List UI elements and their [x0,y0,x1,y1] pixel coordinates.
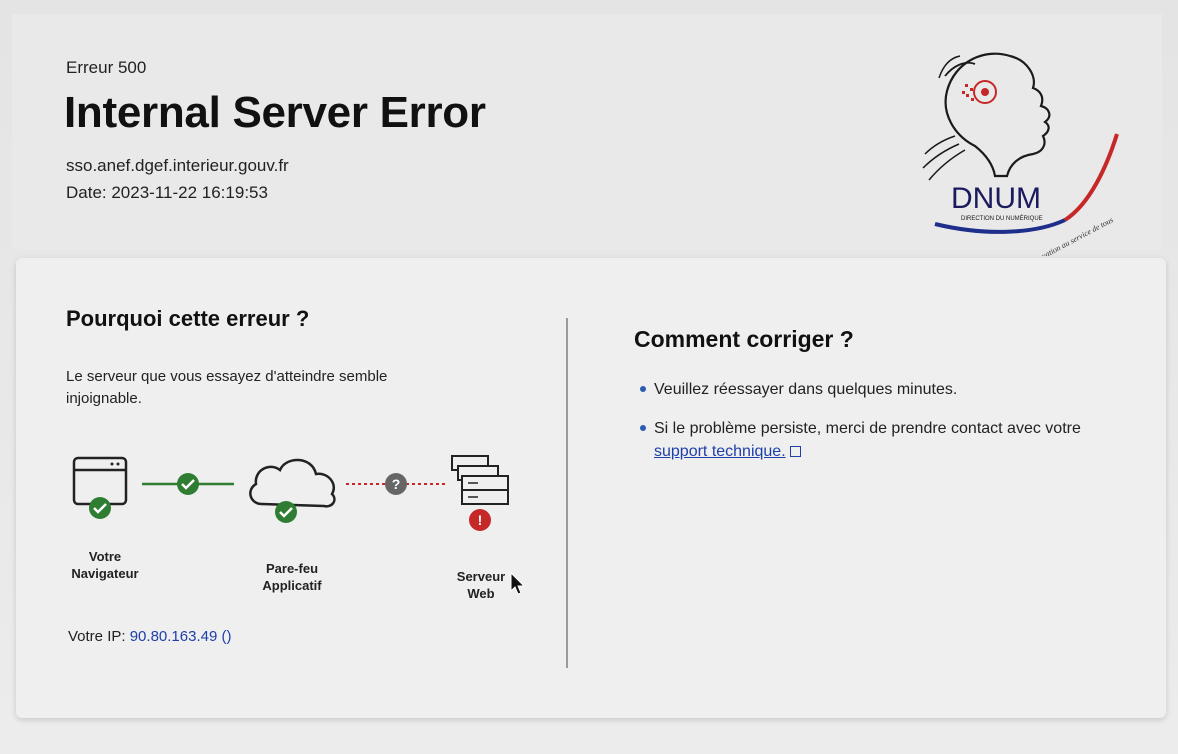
fix-item: Si le problème persiste, merci de prendr… [638,417,1108,463]
bullet-icon [640,386,646,392]
error-date: Date: 2023-11-22 16:19:53 [66,183,268,202]
fix-title: Comment corriger ? [634,326,854,352]
svg-text:!: ! [478,512,483,528]
node-label-firewall: Pare-feu Applicatif [262,561,322,593]
logo-wordmark: DNUM [951,182,1041,215]
why-title: Pourquoi cette erreur ? [66,306,310,331]
support-link[interactable]: support technique. [654,443,786,460]
server-error-icon: ! [469,509,491,531]
page-title: Internal Server Error [64,88,486,137]
node-label-server: Serveur Web [456,569,506,601]
connectivity-diagram: ? ! Votre Navigateur Pare-feu Applicatif… [66,448,526,608]
error-page: Erreur 500 Internal Server Error sso.ane… [0,0,1178,754]
error-code: Erreur 500 [66,58,147,77]
ip-line: Votre IP: 90.80.163.49 () [68,628,231,645]
mouse-cursor-icon [510,572,526,595]
server-icon [451,455,509,505]
firewall-ok-icon [275,501,297,523]
fix-list: Veuillez réessayer dans quelques minutes… [638,378,1108,479]
dnum-logo-graphic: DNUM DIRECTION DU NUMÉRIQUE L'innovation… [922,52,1119,271]
bullet-icon [640,425,646,431]
column-divider [566,318,568,668]
ip-value: 90.80.163.49 () [129,628,232,645]
fix-item: Veuillez réessayer dans quelques minutes… [638,378,1108,401]
error-card: Pourquoi cette erreur ? Le serveur que v… [16,258,1166,718]
connector-ok-icon [177,473,199,495]
why-description: Le serveur que vous essayez d'atteindre … [66,368,388,407]
node-label-browser: Votre Navigateur [71,549,139,581]
svg-text:?: ? [392,476,401,492]
diagram-graphic: ? ! [72,455,509,531]
cloud-icon [249,458,336,508]
connector-unknown-icon: ? [385,473,407,495]
ip-label: Votre IP: [68,628,126,645]
host-name: sso.anef.dgef.interieur.gouv.fr [66,156,289,175]
logo-subtitle: DIRECTION DU NUMÉRIQUE [961,215,1043,222]
dnum-logo: DNUM DIRECTION DU NUMÉRIQUE L'innovation… [915,36,1125,271]
browser-ok-icon [89,497,111,519]
external-link-icon[interactable] [789,446,801,457]
